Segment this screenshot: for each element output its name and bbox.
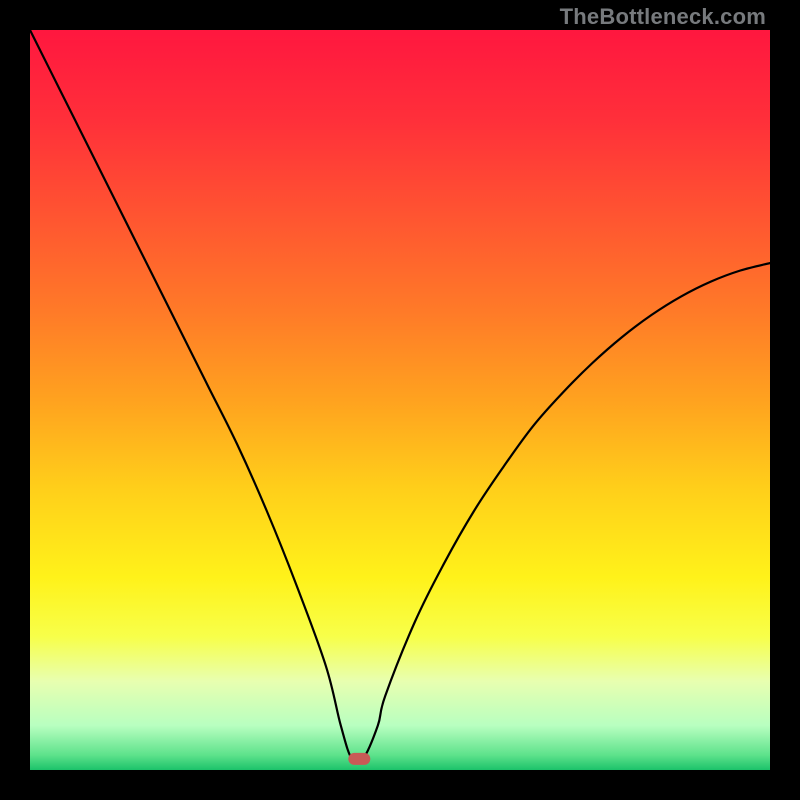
- watermark-text: TheBottleneck.com: [560, 4, 766, 30]
- optimum-marker: [348, 753, 370, 765]
- chart-frame: TheBottleneck.com: [0, 0, 800, 800]
- chart-svg: [30, 30, 770, 770]
- plot-area: [30, 30, 770, 770]
